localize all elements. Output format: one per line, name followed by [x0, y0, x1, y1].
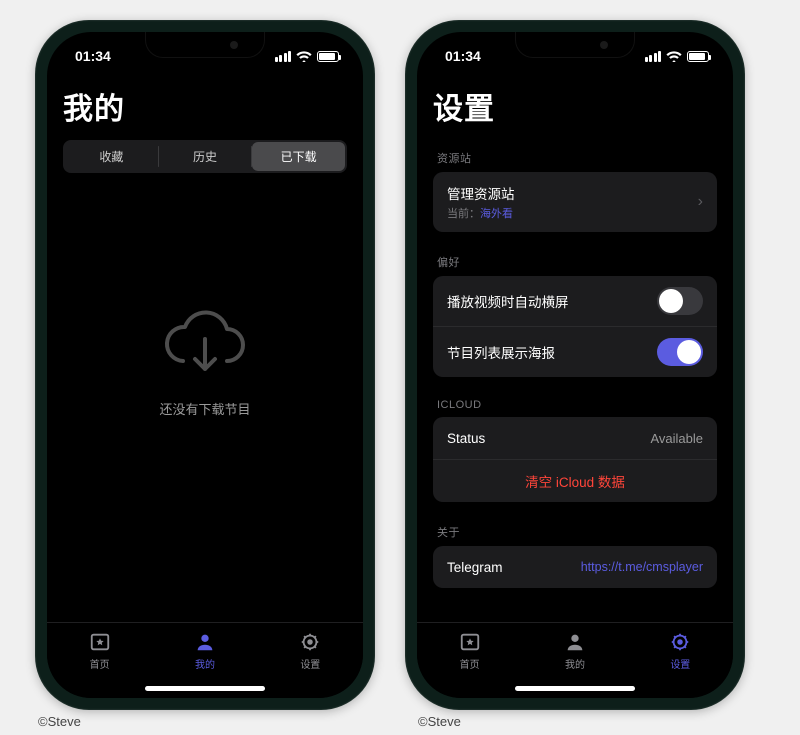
- tab-home[interactable]: 首页: [89, 631, 111, 671]
- tab-label: 我的: [195, 656, 215, 671]
- empty-state: 还没有下载节目: [63, 173, 347, 553]
- cellular-icon: [275, 51, 292, 62]
- watermark: ©Steve: [418, 714, 461, 729]
- section-about-label: 关于: [437, 524, 713, 540]
- page-title: 设置: [433, 84, 717, 128]
- empty-text: 还没有下载节目: [159, 399, 250, 418]
- row-telegram[interactable]: Telegram https://t.me/cmsplayer: [433, 546, 717, 588]
- tab-mine[interactable]: 我的: [564, 631, 586, 671]
- section-pref-label: 偏好: [437, 254, 713, 270]
- tab-mine[interactable]: 我的: [194, 631, 216, 671]
- cellular-icon: [645, 51, 662, 62]
- row-title: 管理资源站: [447, 183, 515, 203]
- row-title: 播放视频时自动横屏: [447, 291, 569, 311]
- home-indicator[interactable]: [515, 686, 635, 691]
- section-source-label: 资源站: [437, 150, 713, 166]
- phone-right: 01:34 设置 资源站 管理资源站 当前：海外看: [405, 20, 745, 710]
- person-icon: [194, 631, 216, 653]
- tab-label: 设置: [300, 656, 320, 671]
- row-title: 清空 iCloud 数据: [525, 471, 625, 491]
- wifi-icon: [296, 50, 312, 62]
- row-manage-source[interactable]: 管理资源站 当前：海外看 ›: [433, 172, 717, 232]
- row-title: 节目列表展示海报: [447, 342, 555, 362]
- watermark: ©Steve: [38, 714, 81, 729]
- star-square-icon: [459, 631, 481, 653]
- segment-control: 收藏 历史 已下载: [63, 140, 347, 173]
- toggle-auto-landscape[interactable]: [657, 287, 703, 315]
- row-value: Available: [650, 431, 703, 446]
- gear-icon: [669, 631, 691, 653]
- row-clear-icloud[interactable]: 清空 iCloud 数据: [433, 459, 717, 502]
- cloud-download-icon: [161, 309, 249, 381]
- person-icon: [564, 631, 586, 653]
- tab-label: 我的: [565, 656, 585, 671]
- status-time: 01:34: [75, 44, 111, 64]
- home-indicator[interactable]: [145, 686, 265, 691]
- row-icloud-status: Status Available: [433, 417, 717, 459]
- phone-left: 01:34 我的 收藏 历史 已下载: [35, 20, 375, 710]
- tab-label: 首页: [90, 656, 110, 671]
- section-icloud-label: ICLOUD: [437, 399, 713, 411]
- row-link: https://t.me/cmsplayer: [581, 560, 703, 574]
- tab-history[interactable]: 历史: [159, 142, 252, 171]
- tab-settings[interactable]: 设置: [299, 631, 321, 671]
- tab-label: 设置: [670, 656, 690, 671]
- wifi-icon: [666, 50, 682, 62]
- toggle-show-poster[interactable]: [657, 338, 703, 366]
- notch: [145, 32, 265, 58]
- tab-downloaded[interactable]: 已下载: [252, 142, 345, 171]
- row-key: Telegram: [447, 560, 503, 575]
- chevron-right-icon: ›: [698, 193, 703, 211]
- battery-icon: [687, 51, 709, 62]
- gear-icon: [299, 631, 321, 653]
- notch: [515, 32, 635, 58]
- row-show-poster: 节目列表展示海报: [433, 326, 717, 377]
- page-title: 我的: [63, 84, 347, 128]
- tab-label: 首页: [460, 656, 480, 671]
- tab-favorites[interactable]: 收藏: [65, 142, 158, 171]
- status-time: 01:34: [445, 44, 481, 64]
- tab-home[interactable]: 首页: [459, 631, 481, 671]
- row-subtitle: 当前：海外看: [447, 205, 515, 221]
- star-square-icon: [89, 631, 111, 653]
- battery-icon: [317, 51, 339, 62]
- tab-settings[interactable]: 设置: [669, 631, 691, 671]
- row-key: Status: [447, 431, 485, 446]
- row-auto-landscape: 播放视频时自动横屏: [433, 276, 717, 326]
